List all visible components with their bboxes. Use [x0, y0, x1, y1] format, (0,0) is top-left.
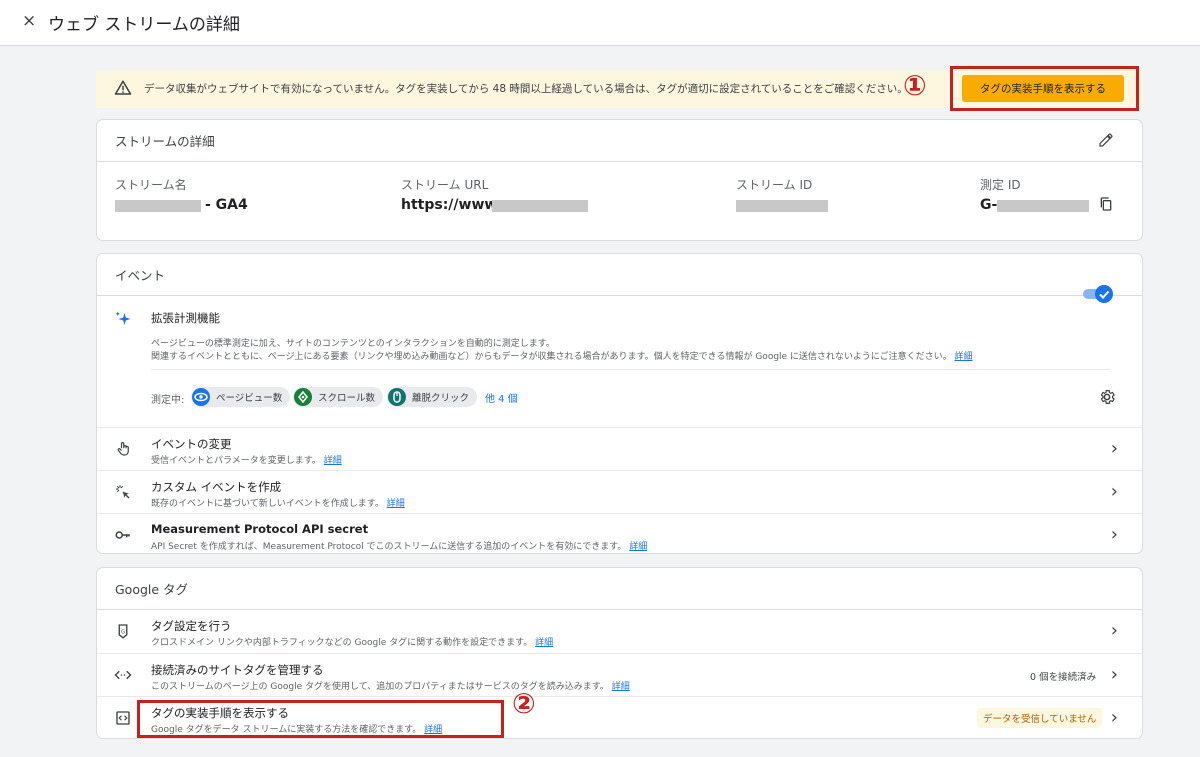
chevron-right-icon[interactable]: ›: [1111, 664, 1118, 685]
create-custom-event-desc: 既存のイベントに基づいて新しいイベントを作成します。 詳細: [151, 499, 405, 509]
detail-link[interactable]: 詳細: [954, 352, 972, 362]
modify-events-desc: 受信イベントとパラメータを変更します。 詳細: [151, 456, 342, 466]
annotation-1: ①: [903, 69, 927, 102]
measurement-protocol-title: Measurement Protocol API secret: [151, 522, 369, 536]
mouse-icon: [388, 388, 406, 406]
measurement-id-label: 測定 ID: [980, 178, 1021, 192]
chevron-right-icon[interactable]: ›: [1111, 620, 1118, 641]
modify-events-title: イベントの変更: [151, 437, 232, 451]
chip-scroll: スクロール数: [293, 387, 384, 407]
measurement-protocol-row[interactable]: Measurement Protocol API secret API Secr…: [97, 513, 1142, 553]
stream-name-value: - GA4: [205, 197, 248, 213]
manage-connected-tags-title: 接続済みのサイトタグを管理する: [151, 663, 324, 677]
enhanced-measurement-title: 拡張計測機能: [151, 311, 220, 325]
measuring-label: 測定中:: [151, 395, 185, 406]
close-icon[interactable]: ×: [22, 11, 36, 31]
configure-tag-title: タグ設定を行う: [151, 619, 232, 633]
configure-tag-row[interactable]: G タグ設定を行う クロスドメイン リンクや内部トラフィックなどの Google…: [97, 610, 1142, 653]
enhanced-measurement-toggle[interactable]: [1083, 285, 1113, 303]
page-title: ウェブ ストリームの詳細: [48, 15, 240, 35]
code-arrows-icon: [114, 670, 132, 680]
modify-events-row[interactable]: イベントの変更 受信イベントとパラメータを変更します。 詳細 ›: [97, 427, 1142, 470]
enhanced-measurement-desc-2: 関連するイベントとともに、ページ上にある要素（リンクや埋め込み動画など）からもデ…: [151, 352, 973, 362]
configure-tag-desc: クロスドメイン リンクや内部トラフィックなどの Google タグに関する動作を…: [151, 638, 554, 648]
measurement-id-value: G-: [980, 197, 998, 213]
scroll-icon: [294, 388, 312, 406]
banner-message: データ収集がウェブサイトで有効になっていません。タグを実装してから 48 時間以…: [144, 83, 908, 95]
divider: [151, 369, 1111, 370]
gear-icon[interactable]: [1098, 388, 1116, 406]
copy-icon[interactable]: [1098, 195, 1114, 213]
chevron-right-icon[interactable]: ›: [1111, 707, 1118, 728]
stream-url-value: https://www.: [401, 197, 502, 213]
google-tag-title: Google タグ: [97, 568, 1142, 610]
show-tag-instructions-button[interactable]: タグの実装手順を表示する: [962, 75, 1124, 102]
annotation-highlight-box-2: [137, 700, 504, 738]
measurement-protocol-desc: API Secret を作成すれば、Measurement Protocol で…: [151, 542, 648, 552]
sparkle-icon: [115, 311, 131, 325]
detail-link[interactable]: 詳細: [612, 682, 630, 692]
annotation-2: ②: [512, 687, 536, 720]
manage-connected-tags-desc: このストリームのページ上の Google タグを使用して、追加のプロパティまたは…: [151, 682, 630, 692]
create-custom-event-row[interactable]: カスタム イベントを作成 既存のイベントに基づいて新しいイベントを作成します。 …: [97, 470, 1142, 513]
svg-text:G: G: [121, 629, 125, 635]
connected-count: 0 個を接続済み: [1030, 672, 1097, 683]
detail-link[interactable]: 詳細: [387, 499, 405, 509]
chip-outbound-click: 離脱クリック: [387, 387, 478, 407]
enhanced-measurement-desc-1: ページビューの標準測定に加え、サイトのコンテンツとのインタラクションを自動的に測…: [151, 339, 555, 349]
eye-icon: [192, 388, 210, 406]
events-card: イベント 拡張計測機能 ページビューの標準測定に加え、サイトのコンテンツとのイン…: [96, 253, 1143, 554]
chevron-right-icon[interactable]: ›: [1111, 524, 1118, 545]
tag-icon: G: [118, 624, 128, 639]
stream-details-card: ストリームの詳細 ストリーム名 - GA4 ストリーム URL https://…: [96, 119, 1143, 241]
chevron-right-icon[interactable]: ›: [1111, 438, 1118, 459]
detail-link[interactable]: 詳細: [535, 638, 553, 648]
redacted-block: [115, 200, 201, 212]
events-title: イベント: [97, 254, 1142, 296]
redacted-block: [997, 200, 1089, 212]
stream-name-label: ストリーム名: [115, 178, 187, 192]
check-icon: [1099, 290, 1110, 299]
redacted-block: [492, 200, 588, 212]
touch-icon: [117, 442, 129, 456]
redacted-block: [736, 200, 828, 212]
stream-details-title: ストリームの詳細: [97, 120, 1142, 162]
manage-connected-tags-row[interactable]: 接続済みのサイトタグを管理する このストリームのページ上の Google タグを…: [97, 653, 1142, 696]
warning-icon: [114, 80, 132, 95]
edit-icon[interactable]: [1098, 132, 1114, 148]
key-icon: [115, 531, 130, 539]
toggle-knob: [1095, 285, 1113, 303]
code-box-icon: [116, 711, 130, 725]
create-custom-event-title: カスタム イベントを作成: [151, 480, 282, 494]
stream-url-label: ストリーム URL: [401, 178, 489, 192]
stream-id-label: ストリーム ID: [736, 178, 813, 192]
chip-pageview: ページビュー数: [191, 387, 291, 407]
detail-link[interactable]: 詳細: [324, 456, 342, 466]
top-bar: × ウェブ ストリームの詳細: [0, 0, 1200, 46]
more-events-link[interactable]: 他 4 個: [485, 390, 518, 405]
chevron-right-icon[interactable]: ›: [1111, 481, 1118, 502]
detail-link[interactable]: 詳細: [629, 542, 647, 552]
status-badge: データを受信していません: [977, 708, 1103, 728]
click-burst-icon: [116, 485, 130, 499]
